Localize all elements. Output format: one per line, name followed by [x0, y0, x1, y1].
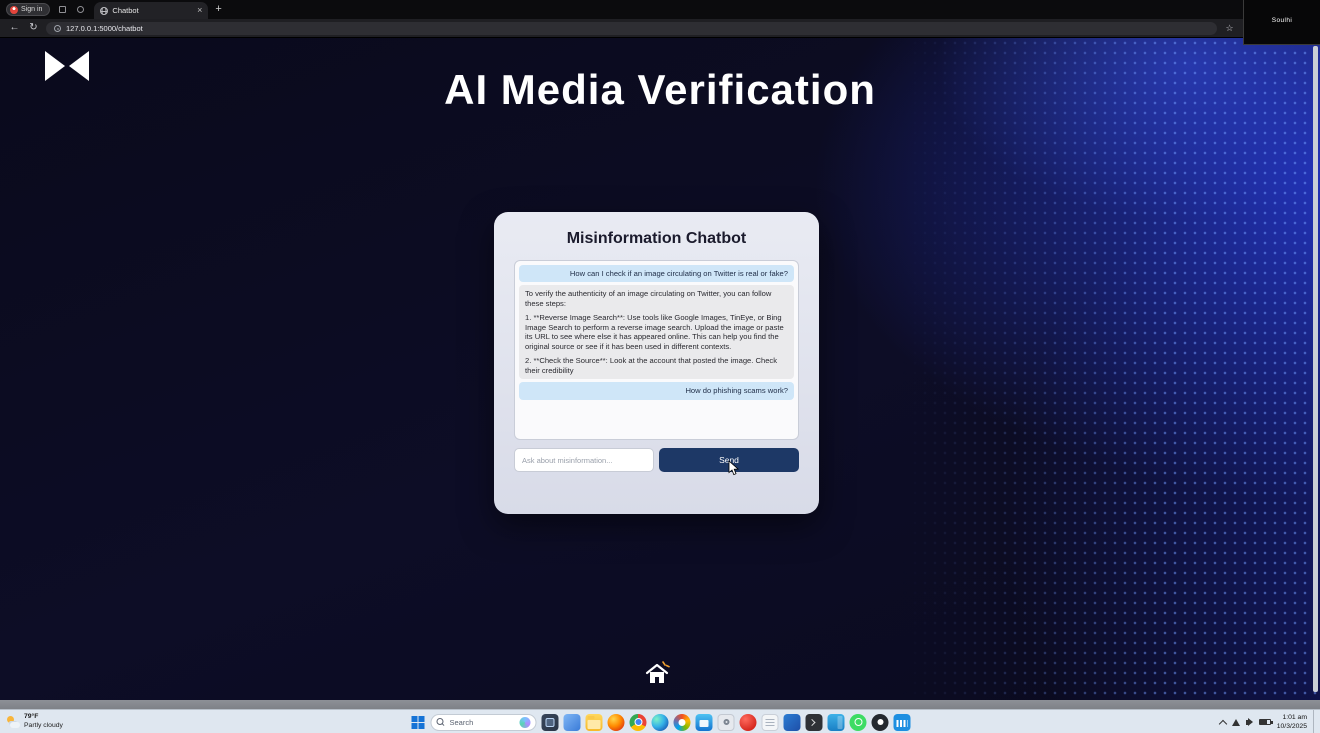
start-button[interactable] [410, 714, 426, 730]
search-icon [436, 718, 445, 726]
browser-toolbar: ← ↻ 127.0.0.1:5000/chatbot ☆ [0, 19, 1320, 38]
screenshare-name-overlay: Soulhi [1243, 0, 1320, 45]
firefox-icon[interactable] [607, 713, 625, 731]
store-icon[interactable] [695, 713, 713, 731]
tab-chatbot[interactable]: Chatbot × [94, 2, 209, 19]
chat-message-user: How can I check if an image circulating … [519, 265, 794, 283]
taskbar: 79°F Partly cloudy Search 1:01 am 10/3/2… [0, 709, 1320, 733]
volume-icon[interactable] [1245, 717, 1253, 726]
signin-label: Sign in [21, 6, 43, 13]
whatsapp-icon[interactable] [849, 713, 867, 731]
screen: Sign in Chatbot × + ← ↻ 127.0.0.1:5000/c… [0, 0, 1320, 733]
widgets-icon[interactable] [563, 713, 581, 731]
chat-window[interactable]: How can I check if an image circulating … [514, 260, 799, 440]
chat-input[interactable] [514, 448, 654, 472]
new-tab-button[interactable]: + [215, 4, 221, 15]
address-bar[interactable]: 127.0.0.1:5000/chatbot [46, 21, 1217, 35]
clock-date: 10/3/2025 [1276, 723, 1307, 730]
browser-tab-strip: Sign in Chatbot × + [0, 0, 1320, 19]
bot-paragraph: To verify the authenticity of an image c… [525, 289, 772, 308]
notepad-icon[interactable] [761, 713, 779, 731]
tab-close-icon[interactable]: × [197, 6, 202, 15]
show-desktop-button[interactable] [1313, 710, 1316, 733]
background-dot-wave [880, 38, 1320, 700]
taskbar-clock[interactable]: 1:01 am 10/3/2025 [1277, 713, 1307, 731]
weather-condition: Partly cloudy [24, 721, 63, 729]
chat-input-row: Send [514, 448, 799, 472]
site-info-icon[interactable] [54, 24, 61, 32]
clock-time: 1:01 am [1282, 713, 1307, 721]
taskbar-search[interactable]: Search [430, 713, 537, 731]
terminal-icon[interactable] [805, 713, 823, 731]
globe-favicon-icon [100, 6, 109, 15]
home-button[interactable] [642, 658, 672, 690]
copilot-icon[interactable] [519, 716, 531, 728]
docker-icon[interactable] [893, 713, 911, 731]
chat-message-user: How do phishing scams work? [519, 382, 794, 400]
bot-paragraph: 2. **Check the Source**: Look at the acc… [525, 356, 778, 375]
edge-icon[interactable] [651, 713, 669, 731]
file-explorer-icon[interactable] [585, 713, 603, 731]
chat-message-bot: To verify the authenticity of an image c… [519, 285, 794, 380]
weather-icon [6, 715, 20, 728]
profile-avatar-icon [10, 5, 18, 14]
chatbot-card: Misinformation Chatbot How can I check i… [494, 212, 819, 514]
github-icon[interactable] [871, 713, 889, 731]
refresh-button[interactable]: ↻ [27, 23, 40, 33]
weather-widget[interactable]: 79°F Partly cloudy [6, 711, 63, 732]
url-text: 127.0.0.1:5000/chatbot [66, 23, 143, 33]
window-bottom-edge [0, 700, 1320, 709]
overlay-name-text: Soulhi [1271, 17, 1293, 24]
word-icon[interactable] [783, 713, 801, 731]
back-button[interactable]: ← [8, 23, 21, 33]
network-icon[interactable] [1231, 718, 1240, 726]
page-scrollbar[interactable] [1313, 46, 1318, 692]
photos-icon[interactable] [673, 713, 691, 731]
workspaces-icon[interactable] [56, 4, 68, 16]
task-view-icon[interactable] [541, 713, 559, 731]
bot-paragraph: 1. **Reverse Image Search**: Use tools l… [525, 313, 784, 351]
page-viewport: AI Media Verification Misinformation Cha… [0, 38, 1320, 700]
battery-icon[interactable] [1258, 719, 1273, 725]
chrome-icon[interactable] [629, 713, 647, 731]
taskbar-center: Search [410, 710, 911, 733]
vscode-icon[interactable] [827, 713, 845, 731]
chatbot-title: Misinformation Chatbot [566, 230, 747, 247]
page-title: AI Media Verification [444, 66, 876, 113]
tray-chevron-icon[interactable] [1218, 719, 1227, 728]
tab-title: Chatbot [112, 6, 139, 15]
search-label: Search [449, 717, 474, 727]
bookmark-star-icon[interactable]: ☆ [1223, 23, 1236, 33]
mouse-cursor [728, 460, 740, 482]
browser-signin-button[interactable]: Sign in [6, 3, 51, 16]
system-tray: 1:01 am 10/3/2025 [1218, 710, 1316, 733]
settings-icon[interactable] [717, 713, 735, 731]
opera-icon[interactable] [739, 713, 757, 731]
weather-temp: 79°F [24, 713, 39, 721]
tab-search-icon[interactable] [74, 4, 86, 16]
